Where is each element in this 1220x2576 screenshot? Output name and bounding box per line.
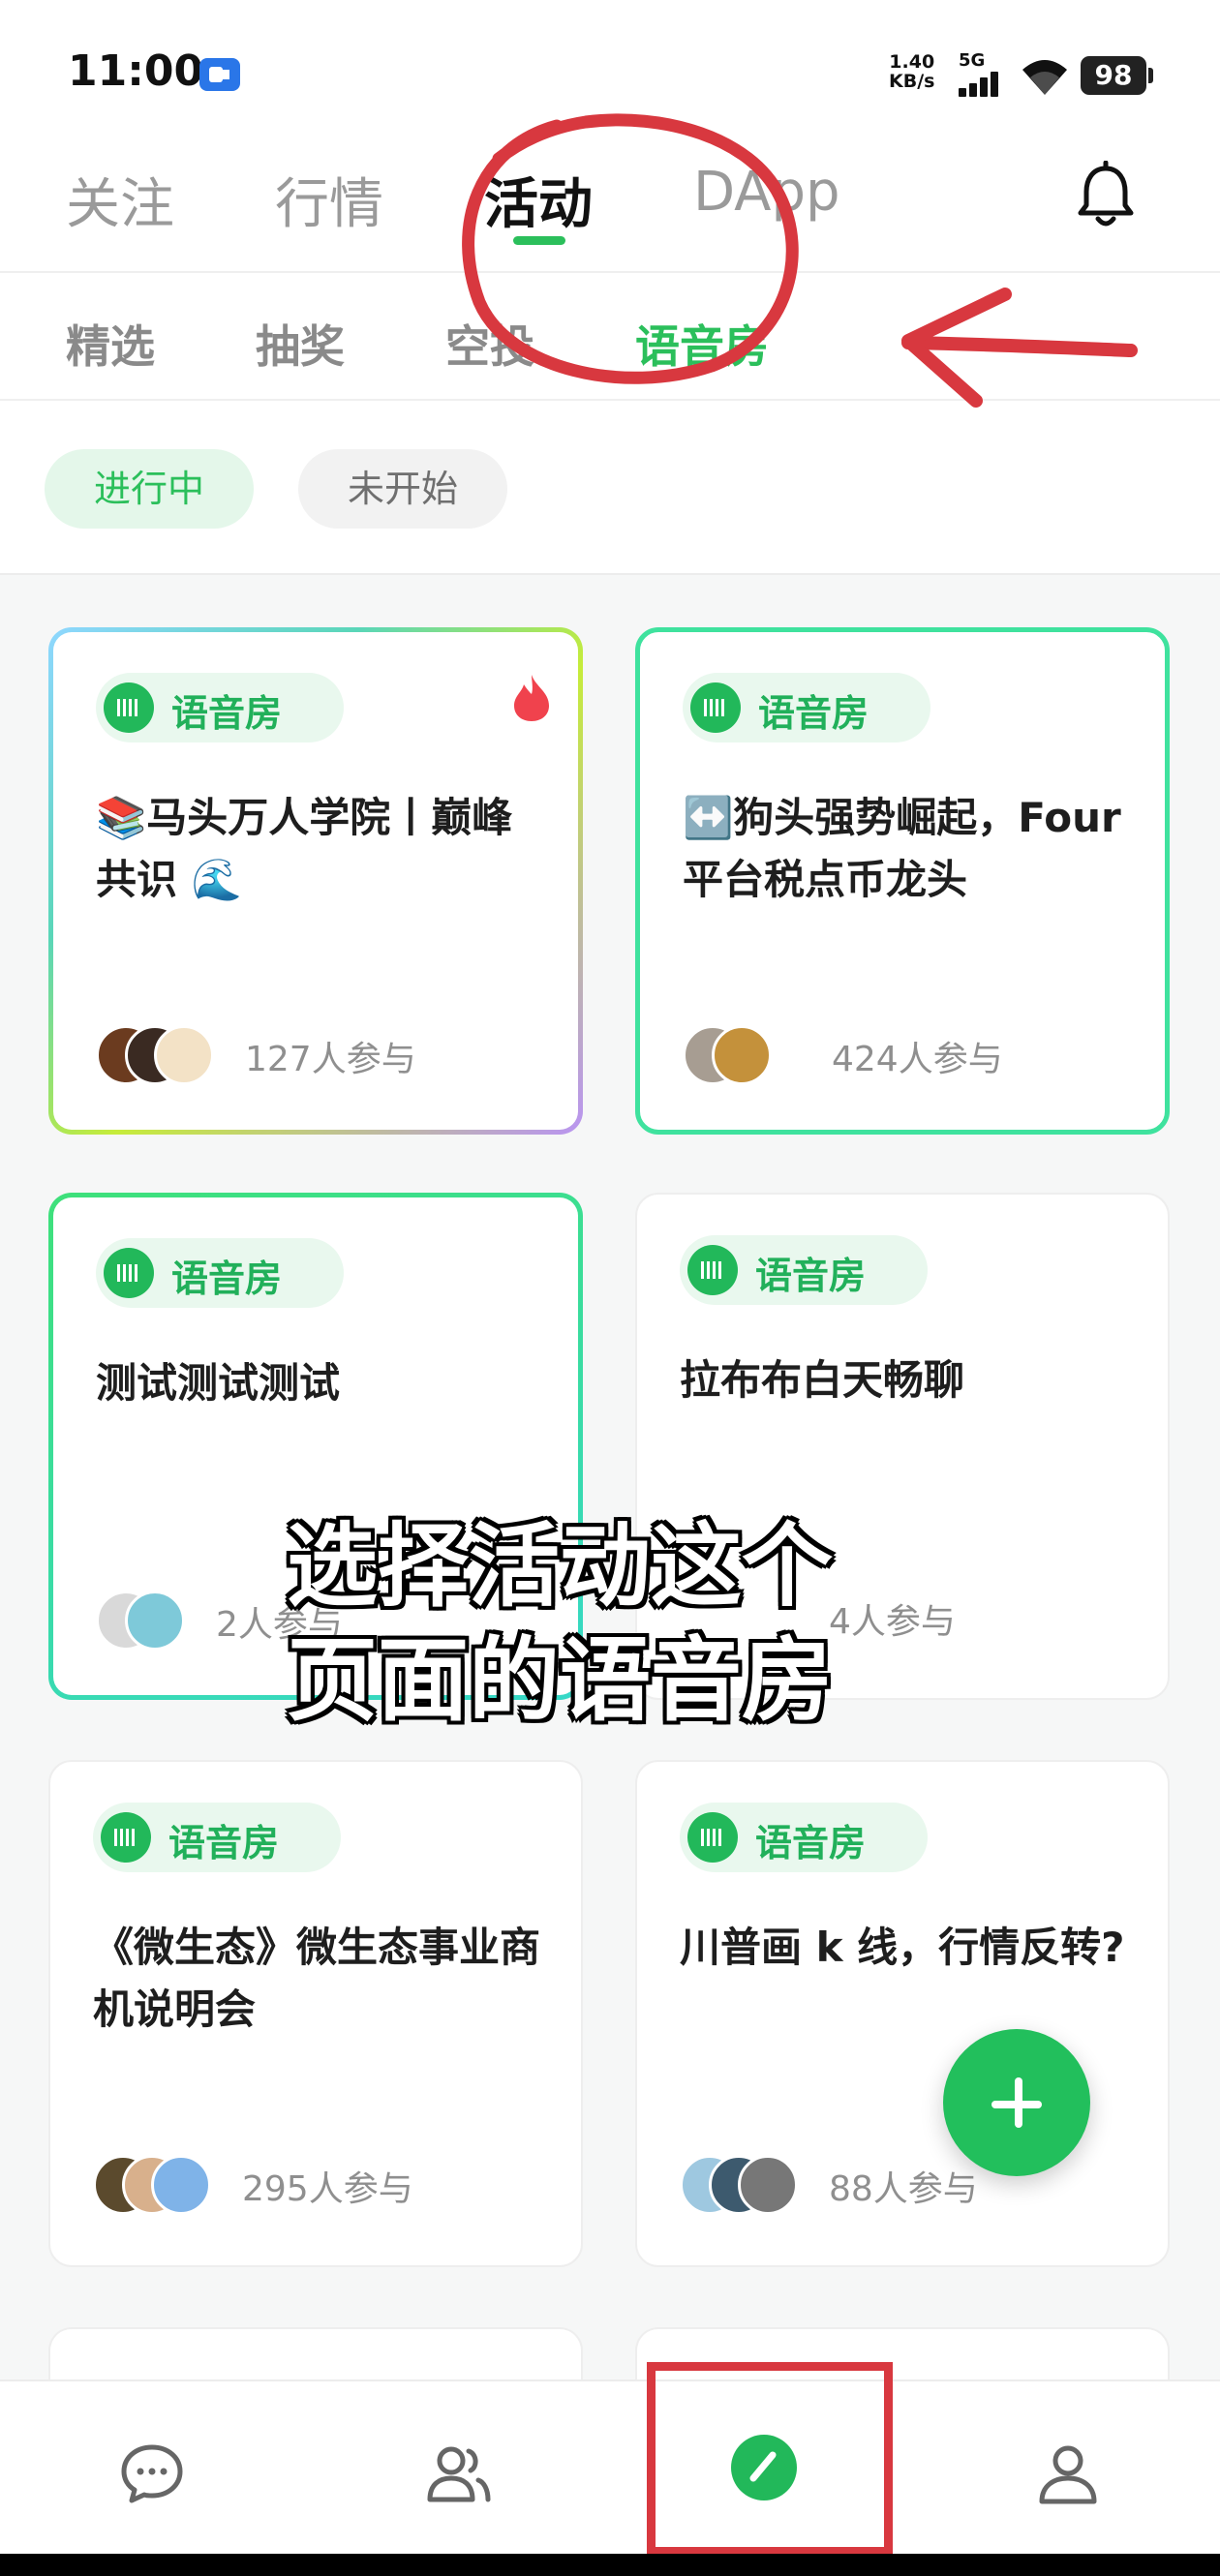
network-type: 5G xyxy=(959,50,986,71)
filter-ongoing[interactable]: 进行中 xyxy=(45,449,254,529)
participant-count: 295人参与 xyxy=(242,2169,413,2209)
voice-room-badge: 语音房 xyxy=(96,1238,344,1308)
card-title: 拉布布白天畅聊 xyxy=(680,1356,965,1404)
voice-room-card[interactable]: 语音房 《微生态》微生态事业商机说明会 295人参与 xyxy=(48,1760,583,2267)
avatar xyxy=(125,1591,185,1651)
avatar xyxy=(151,2155,211,2215)
voice-room-badge: 语音房 xyxy=(680,1803,928,1872)
chat-icon[interactable] xyxy=(118,2440,186,2507)
voice-room-badge: 语音房 xyxy=(680,1235,928,1305)
signal-icon xyxy=(959,72,1003,97)
card-title: 测试测试测试 xyxy=(96,1359,341,1407)
card-title: 📚马头万人学院丨巅峰共识 🌊 xyxy=(96,794,513,903)
audio-wave-icon xyxy=(687,1812,738,1863)
video-caption: 选择活动这个 页面的语音房 xyxy=(287,1514,834,1734)
wifi-icon xyxy=(1022,60,1067,95)
network-speed: 1.40 KB/s xyxy=(889,51,935,92)
annotation-circle xyxy=(462,113,799,384)
screen-record-icon xyxy=(199,58,240,91)
profile-icon[interactable] xyxy=(1034,2440,1102,2507)
voice-room-card[interactable]: 语音房 ↔️狗头强势崛起，Four平台税点币龙头 424人参与 xyxy=(635,627,1170,1135)
voice-room-card[interactable] xyxy=(48,2327,583,2385)
bottom-nav xyxy=(0,2379,1220,2556)
tab-follow[interactable]: 关注 xyxy=(66,161,174,239)
avatar xyxy=(154,1025,214,1085)
participant-avatars xyxy=(96,1025,231,1085)
audio-wave-icon xyxy=(690,682,741,733)
card-title: ↔️狗头强势崛起，Four平台税点币龙头 xyxy=(683,794,1121,903)
tab-market[interactable]: 行情 xyxy=(275,161,383,239)
subtab-lottery[interactable]: 抽奖 xyxy=(256,312,345,376)
participant-count: 424人参与 xyxy=(832,1040,1003,1079)
gesture-bar xyxy=(0,2554,1220,2576)
participant-count: 127人参与 xyxy=(245,1040,416,1079)
voice-room-card[interactable]: 语音房 📚马头万人学院丨巅峰共识 🌊 127人参与 xyxy=(48,627,583,1135)
participant-count: 4人参与 xyxy=(829,1602,956,1642)
annotation-box xyxy=(647,2362,893,2556)
status-time: 11:00 xyxy=(68,46,204,96)
card-title: 《微生态》微生态事业商机说明会 xyxy=(93,1924,541,2033)
participant-avatars xyxy=(96,1591,231,1651)
voice-room-card[interactable]: 语音房 川普画 k 线，行情反转? 88人参与 xyxy=(635,1760,1170,2267)
bell-icon[interactable] xyxy=(1077,161,1135,230)
audio-wave-icon xyxy=(101,1812,151,1863)
voice-room-badge: 语音房 xyxy=(683,673,930,742)
battery-icon: 98 xyxy=(1081,56,1153,95)
create-room-button[interactable] xyxy=(943,2029,1090,2176)
status-filter-bar: 进行中 未开始 xyxy=(0,401,1220,575)
avatar xyxy=(712,1025,772,1085)
subtab-featured[interactable]: 精选 xyxy=(66,312,155,376)
participant-count: 88人参与 xyxy=(829,2169,978,2209)
contacts-icon[interactable] xyxy=(424,2440,492,2507)
voice-room-badge: 语音房 xyxy=(96,673,344,742)
audio-wave-icon xyxy=(687,1245,738,1295)
annotation-arrow xyxy=(901,288,1138,408)
audio-wave-icon xyxy=(104,682,154,733)
filter-not-started[interactable]: 未开始 xyxy=(298,449,507,529)
avatar xyxy=(738,2155,798,2215)
card-title: 川普画 k 线，行情反转? xyxy=(680,1924,1125,1971)
voice-room-badge: 语音房 xyxy=(93,1803,341,1872)
audio-wave-icon xyxy=(104,1248,154,1298)
participant-avatars xyxy=(93,2155,229,2215)
participant-avatars xyxy=(680,2155,815,2215)
hot-flame-icon xyxy=(514,675,549,721)
participant-avatars xyxy=(683,1025,818,1085)
